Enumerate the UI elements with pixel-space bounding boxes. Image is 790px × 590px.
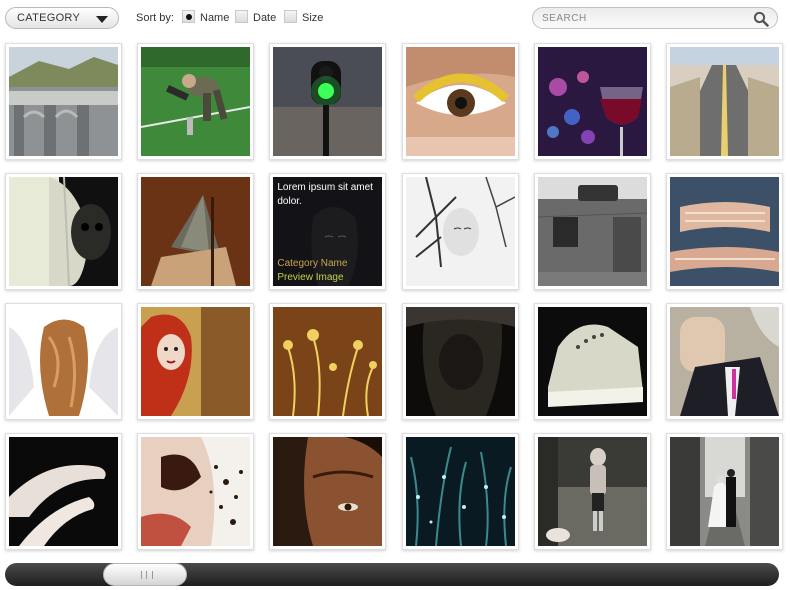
- sort-option-label: Date: [253, 12, 277, 24]
- gallery-thumbnail[interactable]: [401, 433, 519, 550]
- image-caption: Lorem ipsum sit amet dolor.: [277, 182, 373, 207]
- photo-red-hair-girl: [141, 307, 251, 416]
- chevron-down-icon: [96, 16, 108, 23]
- photo-converse-sneaker: [537, 307, 647, 416]
- photo-wedding-couple-image: [669, 437, 779, 546]
- gallery-thumbnail[interactable]: [269, 303, 387, 420]
- gallery-thumbnail[interactable]: [5, 433, 122, 550]
- photo-woman-face-dark-image: [273, 437, 383, 546]
- photo-pyramid-head: [141, 177, 251, 286]
- category-dropdown-label: CATEGORY: [17, 12, 81, 24]
- gallery-thumbnail[interactable]: Lorem ipsum sit amet dolor. Category Name…: [269, 173, 387, 290]
- gallery-thumbnail[interactable]: [137, 43, 255, 160]
- photo-pyramid-head-image: [141, 177, 251, 286]
- photo-legs-image: [9, 437, 118, 546]
- photo-hooded-figure-image: [405, 307, 515, 416]
- horizontal-scrollbar[interactable]: [5, 563, 779, 586]
- photo-torn-jeans: [669, 177, 779, 286]
- radio-unchecked-icon[interactable]: [284, 10, 297, 23]
- gallery-thumbnail[interactable]: [401, 173, 519, 290]
- photo-concrete-bridge: [9, 47, 118, 156]
- radio-checked-icon[interactable]: [182, 10, 195, 23]
- photo-wine-glass-bokeh: [537, 47, 647, 156]
- photo-legs: [9, 437, 118, 546]
- photo-dewy-grass-image: [405, 437, 515, 546]
- photo-floral-pattern: [273, 307, 383, 416]
- gallery-thumbnail[interactable]: [5, 303, 122, 420]
- photo-hooded-figure: [405, 307, 515, 416]
- photo-freckled-face: [141, 437, 251, 546]
- photo-woman-sketch: Lorem ipsum sit amet dolor. Category Name…: [273, 177, 383, 286]
- photo-tree-face: [405, 177, 515, 286]
- photo-traffic-light-image: [273, 47, 383, 156]
- photo-headless-man-image: [669, 307, 779, 416]
- gallery-thumbnail[interactable]: [401, 303, 519, 420]
- gallery-thumbnail[interactable]: [665, 173, 783, 290]
- gallery-thumbnail[interactable]: [665, 303, 783, 420]
- scrollbar-thumb[interactable]: [103, 563, 187, 586]
- gallery-thumbnail[interactable]: [533, 173, 651, 290]
- radio-unchecked-icon[interactable]: [235, 10, 248, 23]
- photo-dark-portrait: [9, 177, 118, 286]
- gallery-thumbnail[interactable]: [137, 303, 255, 420]
- gallery-thumbnail[interactable]: [137, 173, 255, 290]
- photo-eye-closeup-image: [405, 47, 515, 156]
- photo-red-hair-girl-image: [141, 307, 251, 416]
- photo-eye-closeup: [405, 47, 515, 156]
- search-box[interactable]: [532, 7, 778, 29]
- photo-wine-glass-bokeh-image: [537, 47, 647, 156]
- photo-sports-photographer-image: [141, 47, 251, 156]
- photo-desert-road-image: [669, 47, 779, 156]
- photo-freckled-face-image: [141, 437, 251, 546]
- photo-traffic-light: [273, 47, 383, 156]
- sort-option-label: Size: [302, 12, 324, 24]
- photo-wall-suitcase: [537, 177, 647, 286]
- photo-angel-wings: [9, 307, 118, 416]
- photo-torn-jeans-image: [669, 177, 779, 286]
- sort-by-label: Sort by:: [136, 12, 174, 24]
- gallery-thumbnail[interactable]: [269, 43, 387, 160]
- gallery-thumbnail[interactable]: [533, 303, 651, 420]
- photo-floral-pattern-image: [273, 307, 383, 416]
- photo-dewy-grass: [405, 437, 515, 546]
- photo-woman-face-dark: [273, 437, 383, 546]
- photo-desert-road: [669, 47, 779, 156]
- preview-image-link[interactable]: Preview Image: [277, 272, 343, 283]
- gallery-thumbnail[interactable]: [5, 43, 122, 160]
- photo-converse-sneaker-image: [537, 307, 647, 416]
- photo-headless-man: [669, 307, 779, 416]
- gallery-thumbnail[interactable]: [665, 43, 783, 160]
- hover-caption-overlay[interactable]: Lorem ipsum sit amet dolor. Category Name…: [273, 177, 383, 286]
- gallery-thumbnail[interactable]: [533, 433, 651, 550]
- photo-concrete-bridge-image: [9, 47, 118, 156]
- photo-girl-with-dog: [537, 437, 647, 546]
- gallery-thumbnail[interactable]: [269, 433, 387, 550]
- photo-wall-suitcase-image: [537, 177, 647, 286]
- photo-girl-with-dog-image: [537, 437, 647, 546]
- category-dropdown[interactable]: CATEGORY: [5, 7, 119, 29]
- gallery-thumbnail[interactable]: [401, 43, 519, 160]
- gallery-thumbnail[interactable]: [665, 433, 783, 550]
- gallery-thumbnail[interactable]: [137, 433, 255, 550]
- search-icon[interactable]: [753, 11, 769, 27]
- photo-angel-wings-image: [9, 307, 118, 416]
- photo-wedding-couple: [669, 437, 779, 546]
- photo-sports-photographer: [141, 47, 251, 156]
- gallery-thumbnail[interactable]: [5, 173, 122, 290]
- gallery-thumbnail[interactable]: [533, 43, 651, 160]
- search-input[interactable]: [542, 11, 742, 25]
- sort-option-label: Name: [200, 12, 230, 24]
- category-name-link[interactable]: Category Name: [277, 258, 347, 269]
- photo-tree-face-image: [405, 177, 515, 286]
- grip-icon: [141, 571, 153, 579]
- image-gallery-grid: Lorem ipsum sit amet dolor. Category Name…: [5, 43, 783, 550]
- photo-dark-portrait-image: [9, 177, 118, 286]
